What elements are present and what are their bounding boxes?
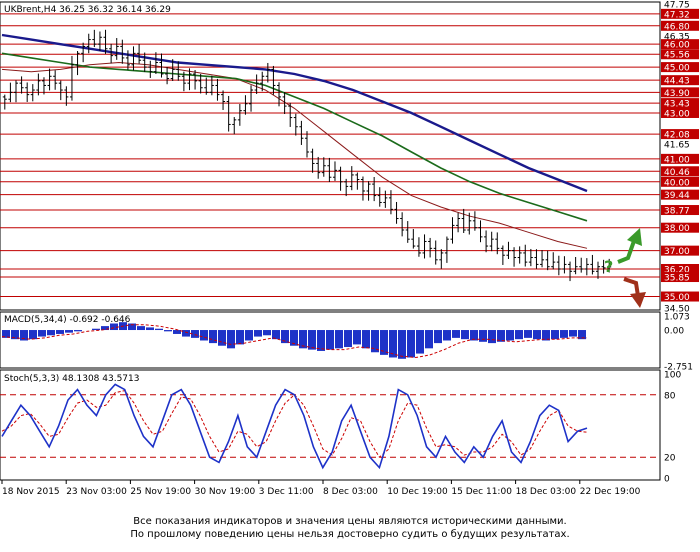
macd-bar	[362, 330, 370, 349]
price-tick-label: 46.80	[664, 22, 690, 32]
macd-bar	[146, 327, 154, 331]
time-tick-label: 22 Dec 19:00	[580, 487, 641, 497]
price-tick-label: 41.65	[664, 140, 690, 150]
stoch-tick-label: 100	[664, 371, 681, 381]
time-tick-label: 30 Nov 19:00	[195, 487, 256, 497]
macd-bar	[56, 330, 64, 334]
macd-tick-label: 0.00	[664, 327, 684, 337]
price-tick-label: 39.44	[664, 191, 690, 201]
price-tick-label: 45.00	[664, 64, 690, 74]
macd-bar	[461, 330, 469, 340]
price-tick-label: 38.77	[664, 207, 690, 217]
main-header: UKBrent,H4 36.25 36.32 36.14 36.29	[4, 5, 171, 15]
macd-bar	[380, 330, 388, 355]
macd-bar	[524, 330, 532, 338]
price-tick-label: 42.08	[664, 131, 690, 141]
price-tick-label: 37.00	[664, 247, 690, 257]
time-tick-label: 18 Dec 03:00	[516, 487, 577, 497]
macd-bar	[344, 330, 352, 348]
macd-bar	[560, 330, 568, 338]
price-tick-label: 35.00	[664, 293, 690, 303]
macd-bar	[254, 330, 262, 337]
disclaimer-line-2: По прошлому поведению цены нельзя достов…	[130, 529, 570, 540]
macd-bar	[335, 330, 343, 349]
time-tick-label: 23 Nov 03:00	[66, 487, 127, 497]
stoch-tick-label: 20	[664, 454, 676, 464]
chart-root: 47.7547.3246.8046.3546.0045.5645.0044.43…	[0, 0, 700, 500]
time-tick-label: 18 Nov 2015	[2, 487, 60, 497]
macd-bar	[47, 330, 55, 336]
time-tick-label: 10 Dec 19:00	[387, 487, 448, 497]
macd-bar	[236, 330, 244, 345]
macd-header: MACD(5,34,4) -0.692 -0.646	[4, 315, 131, 325]
macd-bar	[137, 326, 145, 331]
macd-bar	[488, 330, 496, 344]
macd-bar	[569, 330, 577, 337]
disclaimer-line-1: Все показания индикаторов и значения цен…	[133, 516, 567, 527]
macd-bar	[452, 330, 460, 338]
macd-bar	[182, 330, 190, 337]
disclaimer: Все показания индикаторов и значения цен…	[0, 515, 700, 541]
price-tick-label: 40.00	[664, 178, 690, 188]
stoch-tick-label: 0	[664, 475, 670, 485]
macd-bar	[245, 330, 253, 341]
macd-bar	[533, 330, 541, 340]
time-tick-label: 25 Nov 19:00	[130, 487, 191, 497]
macd-bar	[425, 330, 433, 349]
price-tick-label: 43.90	[664, 89, 690, 99]
chart-background	[0, 0, 700, 500]
macd-bar	[263, 330, 271, 336]
price-tick-label: 35.85	[664, 274, 690, 284]
price-tick-label: 41.00	[664, 155, 690, 165]
macd-bar	[326, 330, 334, 350]
question-mark-icon: ?	[604, 257, 613, 276]
time-tick-label: 15 Dec 11:00	[451, 487, 512, 497]
macd-tick-label: 1.073	[664, 313, 690, 323]
macd-bar	[200, 330, 208, 341]
price-tick-label: 43.00	[664, 109, 690, 119]
price-tick-label: 47.32	[664, 10, 690, 20]
price-tick-label: 45.56	[664, 51, 690, 61]
macd-bar	[371, 330, 379, 353]
time-tick-label: 8 Dec 03:00	[323, 487, 378, 497]
macd-bar	[551, 330, 559, 340]
stoch-tick-label: 80	[664, 391, 676, 401]
macd-bar	[407, 330, 415, 358]
price-tick-label: 46.00	[664, 41, 690, 51]
macd-bar	[317, 330, 325, 351]
macd-bar	[173, 330, 181, 334]
macd-bar	[74, 330, 82, 332]
macd-bar	[227, 330, 235, 349]
macd-bar	[164, 330, 172, 332]
price-tick-label: 44.43	[664, 77, 690, 87]
macd-bar	[479, 330, 487, 342]
macd-bar	[434, 330, 442, 344]
macd-bar	[416, 330, 424, 354]
macd-bar	[65, 330, 73, 333]
price-tick-label: 38.00	[664, 224, 690, 234]
macd-bar	[155, 328, 163, 331]
macd-bar	[29, 330, 37, 340]
stoch-header: Stoch(5,3,3) 48.1308 43.5713	[4, 374, 139, 384]
macd-bar	[38, 330, 46, 337]
macd-bar	[515, 330, 523, 340]
macd-bar	[398, 330, 406, 359]
price-tick-label: 40.46	[664, 168, 690, 178]
time-tick-label: 3 Dec 11:00	[259, 487, 314, 497]
price-axis: 47.7547.3246.8046.3546.0045.5645.0044.43…	[661, 1, 699, 315]
macd-bar	[506, 330, 514, 341]
macd-bar	[209, 330, 217, 344]
macd-bar	[353, 330, 361, 345]
macd-bar	[443, 330, 451, 341]
